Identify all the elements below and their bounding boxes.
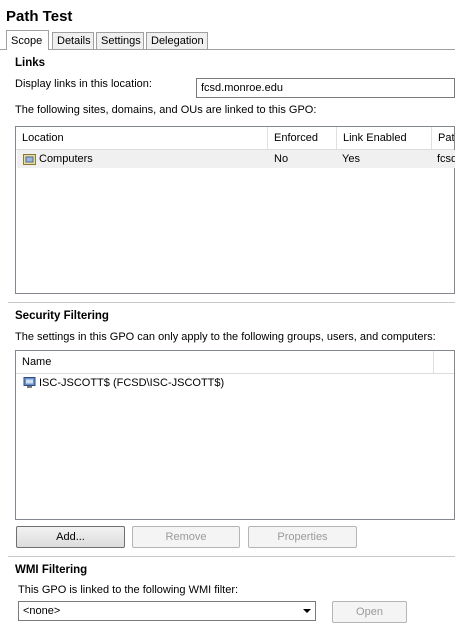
section-divider [8,302,455,303]
tab-details[interactable]: Details [52,32,94,49]
chevron-down-icon [303,602,311,626]
row-path: fcsd [437,153,455,165]
row-location: Computers [39,153,93,165]
properties-button[interactable]: Properties [248,526,357,548]
wmi-filter-value: <none> [23,605,61,617]
wmi-description: This GPO is linked to the following WMI … [18,584,239,596]
tab-baseline [0,49,455,50]
security-list[interactable]: Name ISC-JSCOTT$ (FCSD\ISC-JSCOTT$) [15,350,455,520]
security-description: The settings in this GPO can only apply … [15,331,436,343]
column-link-enabled[interactable]: Link Enabled [337,127,432,149]
security-list-header: Name [16,351,454,374]
tab-delegation[interactable]: Delegation [146,32,208,49]
column-enforced[interactable]: Enforced [268,127,337,149]
remove-button[interactable]: Remove [132,526,240,548]
gpo-title: Path Test [6,8,73,25]
tab-settings[interactable]: Settings [96,32,144,49]
open-button[interactable]: Open [332,601,407,623]
computer-icon [23,377,37,389]
row-enforced: No [274,153,289,165]
wmi-heading: WMI Filtering [15,564,88,576]
location-dropdown[interactable]: fcsd.monroe.edu [196,78,455,98]
tab-scope[interactable]: Scope [6,30,49,50]
section-divider [8,556,455,557]
links-heading: Links [15,57,46,69]
table-row[interactable]: Computers No Yes fcsd [17,150,455,168]
security-heading: Security Filtering [15,310,109,322]
row-name: ISC-JSCOTT$ (FCSD\ISC-JSCOTT$) [39,377,225,389]
links-description: The following sites, domains, and OUs ar… [15,104,317,116]
table-row[interactable]: ISC-JSCOTT$ (FCSD\ISC-JSCOTT$) [17,374,455,392]
links-list-header: Location Enforced Link Enabled Path [16,127,454,150]
ou-folder-icon [23,153,37,165]
add-button[interactable]: Add... [16,526,125,548]
location-label: Display links in this location: [15,78,152,90]
links-list[interactable]: Location Enforced Link Enabled Path Comp… [15,126,455,294]
column-location[interactable]: Location [16,127,268,149]
column-name[interactable]: Name [16,351,434,373]
wmi-filter-dropdown[interactable]: <none> [18,601,316,621]
column-path[interactable]: Path [432,127,454,149]
row-link-enabled: Yes [342,153,360,165]
